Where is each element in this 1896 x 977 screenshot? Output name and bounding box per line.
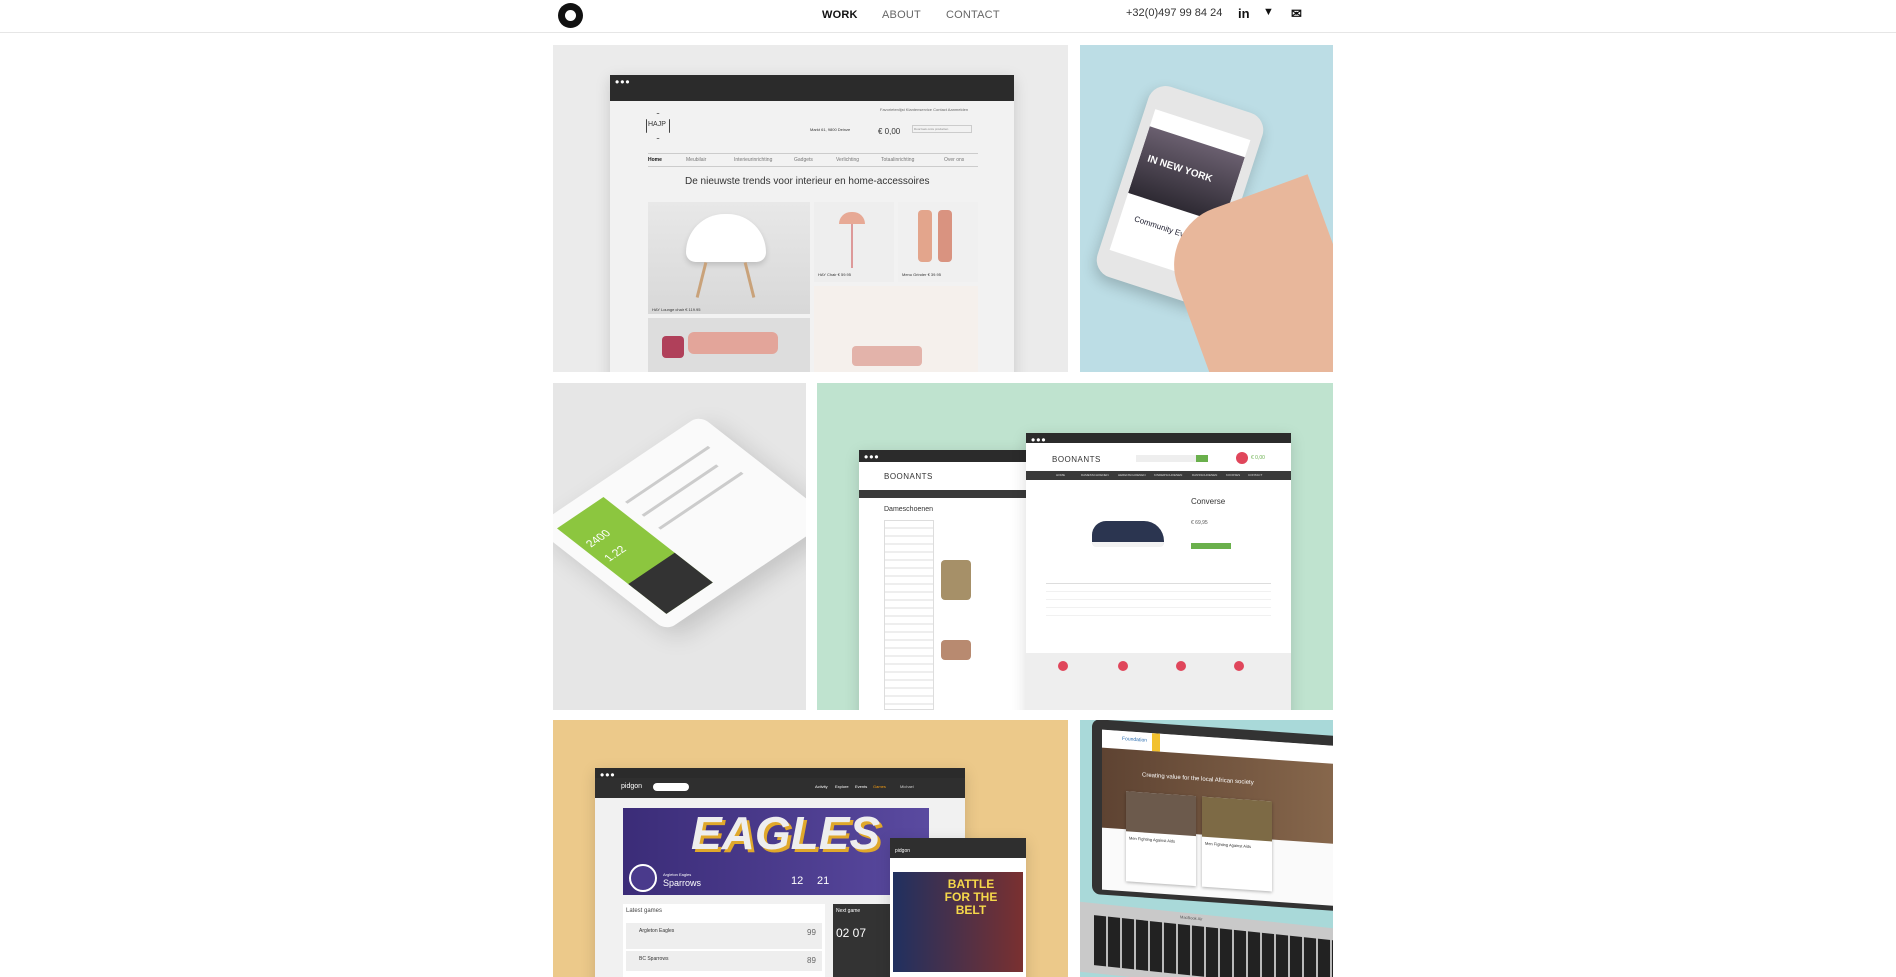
phone-number[interactable]: +32(0)497 99 84 24: [1126, 7, 1222, 19]
mail-icon[interactable]: ✉: [1291, 6, 1302, 22]
twitter-icon[interactable]: ▼: [1263, 6, 1274, 18]
linkedin-icon[interactable]: in: [1238, 6, 1250, 21]
project-tile-pidgon[interactable]: pidgon Activity Explore Events Games Mic…: [553, 720, 1068, 977]
tablet-mockup: 2400 1.22: [553, 415, 806, 631]
nav-contact[interactable]: CONTACT: [946, 9, 1000, 21]
project-tile-hajp[interactable]: HAJP Favorietenlijst Klantenservice Cont…: [553, 45, 1068, 372]
project-tile-tablet-app[interactable]: 2400 1.22: [553, 383, 806, 710]
site-header: WORK ABOUT CONTACT +32(0)497 99 84 24 in…: [0, 0, 1896, 33]
laptop-mockup: Foundation Creating value for the local …: [1092, 720, 1333, 913]
countdown: 02 07: [836, 926, 867, 940]
next-game-label: Next game: [836, 908, 861, 914]
browser-mockup-category: BOONANTS Dameschoenen: [859, 450, 1039, 710]
project-tile-foundation[interactable]: Foundation Creating value for the local …: [1080, 720, 1333, 977]
nav-about[interactable]: ABOUT: [882, 9, 921, 21]
nav-work[interactable]: WORK: [822, 9, 858, 21]
project-tile-community-events[interactable]: IN NEW YORK Community Events: [1080, 45, 1333, 372]
browser-mockup-product: BOONANTS € 0,00 HOME DAMESSCHOENEN HEREN…: [1026, 433, 1291, 710]
laptop-keyboard: MacBook Air: [1080, 901, 1333, 977]
project-tile-boonants[interactable]: BOONANTS Dameschoenen BOONANTS € 0,00 HO…: [817, 383, 1333, 710]
circle-logo-icon[interactable]: [558, 3, 583, 28]
browser-mockup: HAJP Favorietenlijst Klantenservice Cont…: [610, 75, 1014, 372]
hajp-headline: De nieuwste trends voor interieur en hom…: [685, 176, 930, 187]
next-game-panel: [833, 904, 893, 977]
mobile-mockup: pidgon BATTLE FOR THE BELT: [890, 838, 1026, 977]
